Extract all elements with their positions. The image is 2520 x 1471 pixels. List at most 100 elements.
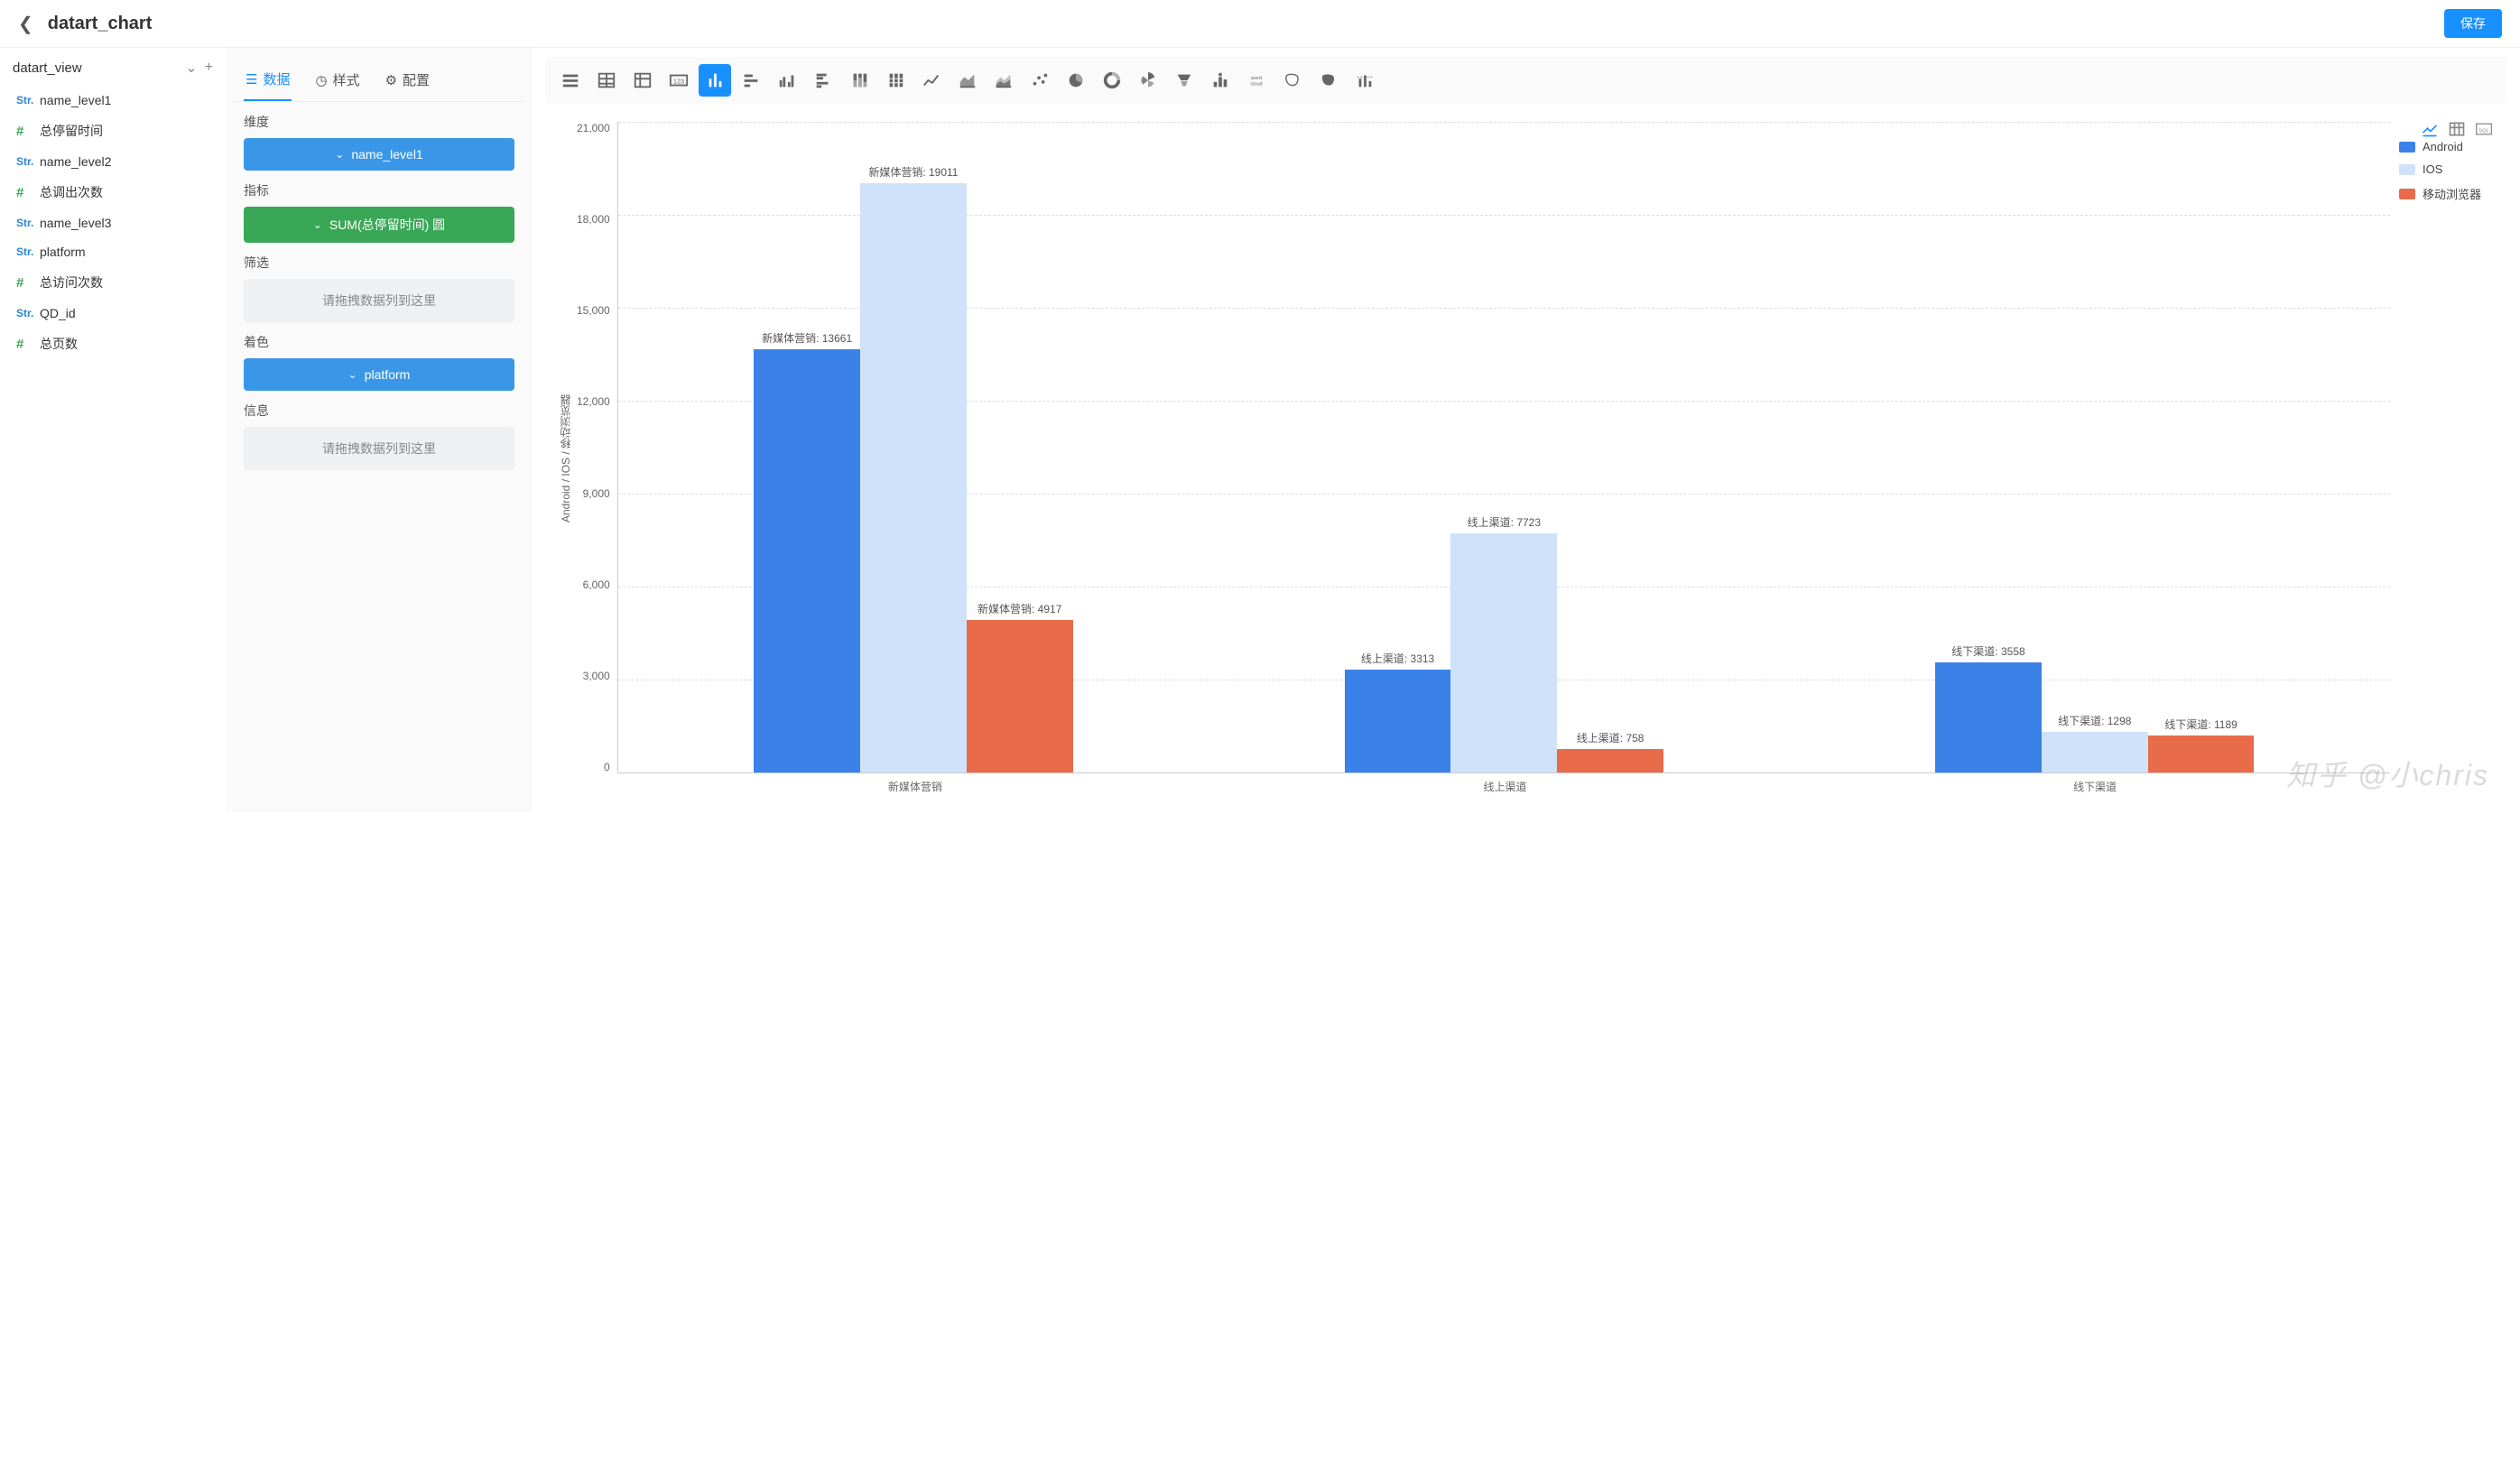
chart-type-toolbar: 123 wordcloud bbox=[545, 57, 2507, 104]
bar[interactable] bbox=[1557, 749, 1663, 773]
chart-type-list[interactable] bbox=[554, 64, 587, 97]
page-title: datart_chart bbox=[48, 14, 2444, 34]
section-color-label: 着色 bbox=[244, 333, 514, 351]
number-type-icon: # bbox=[16, 124, 40, 139]
field-name_level1[interactable]: Str.name_level1 bbox=[13, 86, 213, 115]
chart-canvas: SQL Android / IOS / 移动浏览器 21,00018,00015… bbox=[545, 113, 2507, 803]
color-chip[interactable]: ⌄ platform bbox=[244, 358, 514, 391]
legend-item[interactable]: 移动浏览器 bbox=[2399, 185, 2493, 202]
x-axis: 新媒体营销线上渠道线下渠道 bbox=[577, 773, 2390, 794]
bar[interactable] bbox=[860, 183, 967, 773]
chart-type-area-stack[interactable] bbox=[987, 64, 1020, 97]
chart-type-bar-h-group[interactable] bbox=[807, 64, 839, 97]
back-button[interactable]: ❮ bbox=[18, 13, 33, 35]
number-type-icon: # bbox=[16, 185, 40, 200]
bar-label: 新媒体营销: 13661 bbox=[762, 330, 852, 346]
metric-chip[interactable]: ⌄ SUM(总停留时间) 圆 bbox=[244, 207, 514, 243]
bar[interactable] bbox=[1935, 662, 2042, 773]
view-chart-icon[interactable] bbox=[2421, 120, 2439, 141]
string-type-icon: Str. bbox=[16, 155, 40, 168]
chart-type-map-fill[interactable] bbox=[1312, 64, 1345, 97]
plot-area: 新媒体营销: 13661线上渠道: 3313线下渠道: 3558新媒体营销: 1… bbox=[617, 122, 2390, 773]
field-QD_id[interactable]: Str.QD_id bbox=[13, 299, 213, 328]
chart-type-pie[interactable] bbox=[1060, 64, 1092, 97]
chart-type-bar-mark[interactable] bbox=[1348, 64, 1381, 97]
topbar: ❮ datart_chart 保存 bbox=[0, 0, 2520, 48]
field-name_level2[interactable]: Str.name_level2 bbox=[13, 147, 213, 176]
bar-label: 新媒体营销: 4917 bbox=[977, 601, 1061, 616]
svg-text:123: 123 bbox=[673, 78, 684, 86]
chart-type-bar-h[interactable] bbox=[735, 64, 767, 97]
tab-data[interactable]: ☰ 数据 bbox=[244, 62, 292, 101]
y-axis-ticks: 21,00018,00015,00012,0009,0006,0003,0000 bbox=[577, 122, 617, 773]
config-panel: ☰ 数据 ◷ 样式 ⚙ 配置 维度 ⌄ name_level1 bbox=[226, 48, 533, 812]
bar[interactable] bbox=[2042, 732, 2148, 773]
section-info-label: 信息 bbox=[244, 402, 514, 420]
bar-label: 线上渠道: 3313 bbox=[1361, 651, 1434, 666]
string-type-icon: Str. bbox=[16, 217, 40, 229]
tab-style[interactable]: ◷ 样式 bbox=[313, 62, 361, 101]
chart-type-wordcloud[interactable]: wordcloud bbox=[1240, 64, 1273, 97]
view-table-icon[interactable] bbox=[2448, 120, 2466, 141]
chart-type-line[interactable] bbox=[915, 64, 948, 97]
gear-icon: ⚙ bbox=[385, 72, 397, 88]
chart-type-rose[interactable] bbox=[1132, 64, 1164, 97]
view-mode-switch: SQL bbox=[2421, 120, 2493, 141]
svg-text:word: word bbox=[1250, 76, 1262, 81]
info-dropzone[interactable]: 请拖拽数据列到这里 bbox=[244, 427, 514, 470]
bar-label: 新媒体营销: 19011 bbox=[868, 164, 958, 180]
chevron-down-icon: ⌄ bbox=[335, 148, 344, 161]
bar[interactable] bbox=[754, 349, 860, 773]
chart-type-bar-group[interactable] bbox=[771, 64, 803, 97]
bar[interactable] bbox=[2148, 736, 2255, 773]
list-icon: ☰ bbox=[246, 71, 257, 88]
dimension-chip[interactable]: ⌄ name_level1 bbox=[244, 138, 514, 171]
datasource-name[interactable]: datart_view bbox=[13, 60, 178, 76]
chevron-down-icon[interactable]: ⌄ bbox=[185, 59, 197, 77]
number-type-icon: # bbox=[16, 337, 40, 352]
chart-type-number[interactable]: 123 bbox=[662, 64, 695, 97]
bar-label: 线上渠道: 758 bbox=[1577, 730, 1644, 745]
chart-type-donut[interactable] bbox=[1096, 64, 1128, 97]
legend-swatch bbox=[2399, 142, 2415, 153]
chart-type-bar-stack-full[interactable] bbox=[879, 64, 912, 97]
field-总访问次数[interactable]: #总访问次数 bbox=[13, 266, 213, 299]
chart-type-table[interactable] bbox=[590, 64, 623, 97]
chart-type-map-china[interactable] bbox=[1276, 64, 1309, 97]
chart-area: 123wordcloud SQL Android / IOS / 移动浏览器 bbox=[533, 48, 2520, 812]
svg-text:cloud: cloud bbox=[1250, 82, 1262, 88]
chart-type-bar-stack[interactable] bbox=[843, 64, 876, 97]
chart-type-area[interactable] bbox=[951, 64, 984, 97]
tab-config[interactable]: ⚙ 配置 bbox=[384, 62, 431, 101]
field-总调出次数[interactable]: #总调出次数 bbox=[13, 176, 213, 208]
string-type-icon: Str. bbox=[16, 94, 40, 106]
view-sql-icon[interactable]: SQL bbox=[2475, 120, 2493, 141]
chevron-down-icon: ⌄ bbox=[348, 368, 357, 381]
field-总页数[interactable]: #总页数 bbox=[13, 328, 213, 360]
fields-sidebar: datart_view ⌄ + Str.name_level1#总停留时间Str… bbox=[0, 48, 226, 812]
legend-item[interactable]: Android bbox=[2399, 140, 2493, 153]
bar[interactable] bbox=[1450, 533, 1557, 773]
field-platform[interactable]: Str.platform bbox=[13, 237, 213, 266]
add-icon[interactable]: + bbox=[205, 60, 213, 76]
legend: Android IOS 移动浏览器 bbox=[2390, 122, 2498, 794]
chart-type-rank[interactable] bbox=[1204, 64, 1237, 97]
gauge-icon: ◷ bbox=[315, 72, 327, 88]
section-metric-label: 指标 bbox=[244, 181, 514, 199]
legend-swatch bbox=[2399, 164, 2415, 175]
chart-type-pivot[interactable] bbox=[626, 64, 659, 97]
chart-type-bar[interactable] bbox=[699, 64, 731, 97]
field-name_level3[interactable]: Str.name_level3 bbox=[13, 208, 213, 237]
chart-type-funnel[interactable] bbox=[1168, 64, 1200, 97]
save-button[interactable]: 保存 bbox=[2444, 9, 2502, 38]
section-filter-label: 筛选 bbox=[244, 254, 514, 272]
svg-text:SQL: SQL bbox=[2478, 128, 2489, 134]
bar[interactable] bbox=[1345, 670, 1451, 773]
legend-item[interactable]: IOS bbox=[2399, 162, 2493, 176]
bar-label: 线上渠道: 7723 bbox=[1468, 514, 1541, 530]
filter-dropzone[interactable]: 请拖拽数据列到这里 bbox=[244, 279, 514, 322]
chart-type-scatter[interactable] bbox=[1024, 64, 1056, 97]
field-总停留时间[interactable]: #总停留时间 bbox=[13, 115, 213, 147]
bar[interactable] bbox=[967, 620, 1073, 773]
legend-swatch bbox=[2399, 189, 2415, 199]
